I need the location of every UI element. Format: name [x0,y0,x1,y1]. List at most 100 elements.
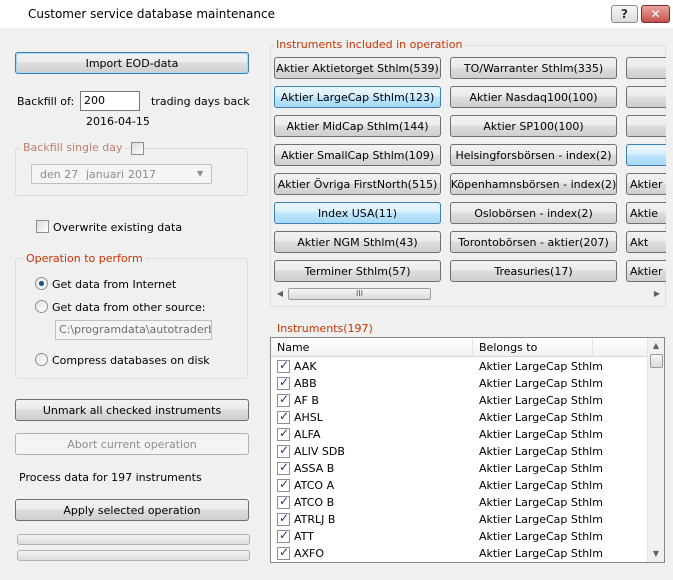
table-row[interactable]: AF B Aktier LargeCap Sthlm [271,392,647,409]
instrument-list-title: Instruments(197) [275,322,375,335]
instrument-button[interactable]: Aktier L [626,173,666,195]
row-checkbox[interactable] [277,375,290,390]
backfill-suffix: trading days back [151,95,250,108]
table-row[interactable]: ATRLJ B Aktier LargeCap Sthlm [271,511,647,528]
overwrite-checkbox[interactable] [36,220,49,233]
instrument-button[interactable]: Aktier Aktietorget Sthlm(539) [274,57,441,79]
import-eod-button[interactable]: Import EOD-data [15,52,249,74]
op-internet-label: Get data from Internet [52,278,177,291]
overwrite-label: Overwrite existing data [53,221,183,234]
backfill-days-input[interactable]: 200 [80,91,140,111]
row-name: ATCO A [294,479,335,492]
instrument-button[interactable]: Terminer Sthlm(57) [274,260,441,282]
op-compress-radio[interactable] [35,353,48,366]
unmark-all-button[interactable]: Unmark all checked instruments [15,399,249,421]
instrument-button[interactable]: Aktier MidCap Sthlm(144) [274,115,441,137]
instrument-button[interactable]: Aktier SmallCap Sthlm(109) [274,144,441,166]
row-name: AF B [294,394,319,407]
row-belongs-to: Aktier LargeCap Sthlm [479,377,603,390]
abort-operation-button[interactable]: Abort current operation [15,433,249,455]
row-belongs-to: Aktier LargeCap Sthlm [479,428,603,441]
instrument-button[interactable]: Treasuries(17) [450,260,617,282]
backfill-label: Backfill of: [17,95,75,108]
row-belongs-to: Aktier LargeCap Sthlm [479,530,603,543]
op-compress-label: Compress databases on disk [52,354,210,367]
row-name: ALIV SDB [294,445,345,458]
table-row[interactable]: ABB Aktier LargeCap Sthlm [271,375,647,392]
source-path-input[interactable]: C:\programdata\autotraderbas\ [55,320,212,340]
scroll-left-icon[interactable]: ◀ [274,288,286,300]
table-row[interactable]: ALFA Aktier LargeCap Sthlm [271,426,647,443]
instrument-button[interactable]: Aktier Övriga FirstNorth(515) [274,173,441,195]
vscroll-thumb[interactable] [650,354,663,368]
close-button[interactable]: ✕ [641,5,670,23]
row-belongs-to: Aktier LargeCap Sthlm [479,547,603,560]
table-row[interactable]: AXFO Aktier LargeCap Sthlm [271,545,647,562]
instruments-group-title: Instruments included in operation [274,38,465,51]
table-row[interactable]: AAK Aktier LargeCap Sthlm [271,358,647,375]
window-title: Customer service database maintenance [28,7,275,21]
row-belongs-to: Aktier LargeCap Sthlm [479,360,603,373]
process-status: Process data for 197 instruments [19,471,202,484]
table-row[interactable]: ASSA B Aktier LargeCap Sthlm [271,460,647,477]
instrument-button[interactable]: Köpenhamnsbörsen - index(2) [450,173,617,195]
row-checkbox[interactable] [277,477,290,492]
instrument-button[interactable] [626,57,666,79]
row-checkbox[interactable] [277,426,290,441]
column-header-belongs[interactable]: Belongs to [473,338,593,357]
row-name: AXFO [294,547,325,560]
help-button[interactable]: ? [611,5,638,23]
table-row[interactable]: ATCO A Aktier LargeCap Sthlm [271,477,647,494]
instrument-button[interactable]: Aktier SP100(100) [450,115,617,137]
row-belongs-to: Aktier LargeCap Sthlm [479,462,603,475]
apply-operation-button[interactable]: Apply selected operation [15,499,249,521]
row-checkbox[interactable] [277,409,290,424]
row-checkbox[interactable] [277,358,290,373]
row-name: ALFA [294,428,321,441]
table-row[interactable]: AHSL Aktier LargeCap Sthlm [271,409,647,426]
instrument-button[interactable]: Index USA(11) [274,202,441,224]
instrument-button[interactable] [626,86,666,108]
table-row[interactable]: ALIV SDB Aktier LargeCap Sthlm [271,443,647,460]
instrument-button[interactable]: Akt [626,231,666,253]
scroll-up-icon[interactable]: ▲ [650,340,662,352]
row-name: ATRLJ B [294,513,336,526]
instrument-button[interactable]: Torontobörsen - aktier(207) [450,231,617,253]
instrument-button[interactable]: Aktier [626,260,666,282]
operation-title: Operation to perform [24,252,145,265]
row-belongs-to: Aktier LargeCap Sthlm [479,479,603,492]
instrument-button[interactable]: Helsingforsbörsen - index(2) [450,144,617,166]
instrument-button[interactable] [626,144,666,166]
instrument-button[interactable]: Aktier LargeCap Sthlm(123) [274,86,441,108]
row-checkbox[interactable] [277,545,290,560]
op-other-radio[interactable] [35,300,48,313]
row-checkbox[interactable] [277,511,290,526]
instruments-hscroll[interactable]: ◀ III ▶ [272,287,665,301]
instrument-button[interactable]: Oslobörsen - index(2) [450,202,617,224]
row-checkbox[interactable] [277,460,290,475]
op-internet-radio[interactable] [35,277,48,290]
row-checkbox[interactable] [277,528,290,543]
scroll-down-icon[interactable]: ▼ [650,548,662,560]
single-day-date-picker[interactable]: den 27 januari 2017 ▼ [31,164,212,184]
single-day-checkbox[interactable] [131,142,144,155]
list-vscroll[interactable]: ▲ ▼ [647,338,664,562]
row-checkbox[interactable] [277,494,290,509]
instrument-button[interactable] [626,115,666,137]
backfill-date: 2016-04-15 [86,115,150,128]
column-header-name[interactable]: Name [271,338,473,357]
row-belongs-to: Aktier LargeCap Sthlm [479,411,603,424]
row-checkbox[interactable] [277,392,290,407]
row-name: AAK [294,360,317,373]
instrument-button[interactable]: Aktier Nasdaq100(100) [450,86,617,108]
instrument-list[interactable]: Name Belongs to AAK Aktier LargeCap Sthlm… [270,337,665,563]
table-row[interactable]: ATCO B Aktier LargeCap Sthlm [271,494,647,511]
row-belongs-to: Aktier LargeCap Sthlm [479,513,603,526]
table-row[interactable]: ATT Aktier LargeCap Sthlm [271,528,647,545]
instrument-button[interactable]: Aktier NGM Sthlm(43) [274,231,441,253]
hscroll-thumb[interactable]: III [288,288,431,300]
row-checkbox[interactable] [277,443,290,458]
instrument-button[interactable]: Aktie [626,202,666,224]
instrument-button[interactable]: TO/Warranter Sthlm(335) [450,57,617,79]
scroll-right-icon[interactable]: ▶ [651,288,663,300]
